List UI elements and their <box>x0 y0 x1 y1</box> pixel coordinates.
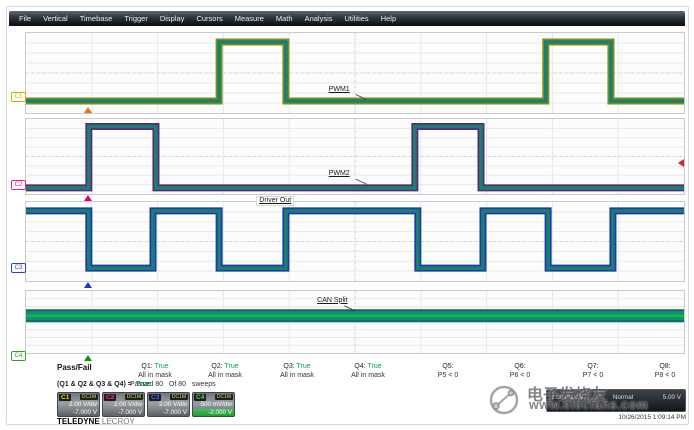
channel-indicator-c2[interactable]: C2 <box>11 180 26 190</box>
q-desc: All in mask <box>332 372 404 381</box>
passfail-sweeps: Passed 80 Of 80 sweeps <box>130 381 216 388</box>
q-name: Q8: <box>659 363 670 370</box>
timebase-tdiv: 2.00 ms/div <box>551 394 583 401</box>
passfail-q4[interactable]: Q4: True All in mask <box>332 363 404 380</box>
q-desc: P6 < 0 <box>484 372 556 381</box>
menu-file[interactable]: File <box>14 14 36 23</box>
q-name: Q3: <box>283 363 294 370</box>
menu-utilities[interactable]: Utilities <box>340 14 374 23</box>
volts-per-div: 2.00 V/div <box>148 401 189 409</box>
volts-per-div: 500 mV/div <box>193 401 234 409</box>
passfail-summary-label: (Q1 & Q2 & Q3 & Q4) = <box>57 381 132 388</box>
brand-logo: TELEDYNE LECROY <box>57 417 135 426</box>
channel-box-c3[interactable]: C3 DC1M2.00 V/div-7.000 V <box>147 392 190 417</box>
channel-box-c2[interactable]: C2 DC1M2.00 V/div-7.000 V <box>102 392 145 417</box>
q-name: Q1: <box>141 363 152 370</box>
passfail-q3[interactable]: Q3: True All in mask <box>261 363 333 380</box>
channel-offset: -7.000 V <box>58 409 99 417</box>
passfail-q8[interactable]: Q8: P8 < 0 <box>629 363 694 380</box>
trigger-time-marker-2[interactable] <box>84 195 92 201</box>
menu-cursors[interactable]: Cursors <box>191 14 227 23</box>
trigger-mode: Normal <box>613 394 633 401</box>
q-name: Q6: <box>514 363 525 370</box>
passfail-q7[interactable]: Q7: P7 < 0 <box>557 363 629 380</box>
q-value: True <box>223 363 239 370</box>
q-value: True <box>366 363 382 370</box>
passfail-q1[interactable]: Q1: True All in mask <box>119 363 191 380</box>
channel-id-label: C3 <box>149 394 161 401</box>
passfail-q5[interactable]: Q5: P5 < 0 <box>412 363 484 380</box>
passfail-title: Pass/Fail <box>57 363 92 372</box>
trigger-time-marker-1[interactable] <box>84 107 92 113</box>
channel-box-c1[interactable]: C1 DC1M2.00 V/div-7.000 V <box>57 392 100 417</box>
q-name: Q7: <box>587 363 598 370</box>
q-name: Q5: <box>442 363 453 370</box>
waveform-panel-driver_out[interactable]: Driver Out <box>25 201 685 282</box>
q-name: Q4: <box>354 363 365 370</box>
trace-label-can_split: CAN Split <box>317 297 347 305</box>
q-desc: P5 < 0 <box>412 372 484 381</box>
menu-trigger[interactable]: Trigger <box>119 14 152 23</box>
volts-per-div: 2.00 V/div <box>58 401 99 409</box>
menu-display[interactable]: Display <box>155 14 190 23</box>
menu-math[interactable]: Math <box>271 14 298 23</box>
volts-per-div: 2.00 V/div <box>103 401 144 409</box>
trigger-time-marker-4[interactable] <box>84 355 92 361</box>
trigger-level-marker[interactable] <box>678 159 684 167</box>
trigger-time-marker-3[interactable] <box>84 282 92 288</box>
channel-box-c4[interactable]: C4 DC1M500 mV/div-2.000 V <box>192 392 235 417</box>
trace-label-pwm2: PWM2 <box>329 170 350 178</box>
channel-indicator-c1[interactable]: C1 <box>11 92 26 102</box>
brand-bold: TELEDYNE <box>57 417 100 426</box>
coupling-badge: DC1M <box>125 394 143 400</box>
coupling-badge: DC1M <box>170 394 188 400</box>
q-name: Q2: <box>211 363 222 370</box>
menu-measure[interactable]: Measure <box>230 14 269 23</box>
waveform-panel-pwm2[interactable]: PWM2 <box>25 118 685 195</box>
oscilloscope-screen: FileVerticalTimebaseTriggerDisplayCursor… <box>0 0 694 430</box>
q-desc: All in mask <box>119 372 191 381</box>
menu-bar: FileVerticalTimebaseTriggerDisplayCursor… <box>9 11 685 26</box>
channel-indicator-c4[interactable]: C4 <box>11 351 26 361</box>
coupling-badge: DC1M <box>80 394 98 400</box>
trigger-level: 5.00 V <box>663 394 681 401</box>
timebase-box[interactable]: 2.00 ms/div Normal 5.00 V <box>546 389 686 412</box>
menu-help[interactable]: Help <box>376 14 401 23</box>
waveform-panel-pwm1[interactable]: PWM1 <box>25 32 685 114</box>
q-value: True <box>295 363 311 370</box>
channel-offset: -7.000 V <box>103 409 144 417</box>
q-desc: P7 < 0 <box>557 372 629 381</box>
q-value: True <box>153 363 169 370</box>
passfail-q6[interactable]: Q6: P6 < 0 <box>484 363 556 380</box>
q-desc: All in mask <box>189 372 261 381</box>
channel-indicator-c3[interactable]: C3 <box>11 263 26 273</box>
menu-analysis[interactable]: Analysis <box>300 14 338 23</box>
channel-id-label: C4 <box>194 394 206 401</box>
passfail-q2[interactable]: Q2: True All in mask <box>189 363 261 380</box>
channel-id-label: C1 <box>59 394 71 401</box>
waveform-panel-can_split[interactable]: CAN Split <box>25 290 685 354</box>
channel-id-label: C2 <box>104 394 116 401</box>
q-desc: P8 < 0 <box>629 372 694 381</box>
trace-label-pwm1: PWM1 <box>329 86 350 94</box>
brand-light: LECROY <box>100 417 135 426</box>
trace-label-driver_out: Driver Out <box>256 196 294 206</box>
timestamp: 10/26/2015 1:09:14 PM <box>618 414 686 421</box>
menu-timebase[interactable]: Timebase <box>75 14 118 23</box>
channel-offset: -2.000 V <box>193 409 234 417</box>
coupling-badge: DC1M <box>215 394 233 400</box>
menu-vertical[interactable]: Vertical <box>38 14 73 23</box>
channel-offset: -7.000 V <box>148 409 189 417</box>
q-desc: All in mask <box>261 372 333 381</box>
